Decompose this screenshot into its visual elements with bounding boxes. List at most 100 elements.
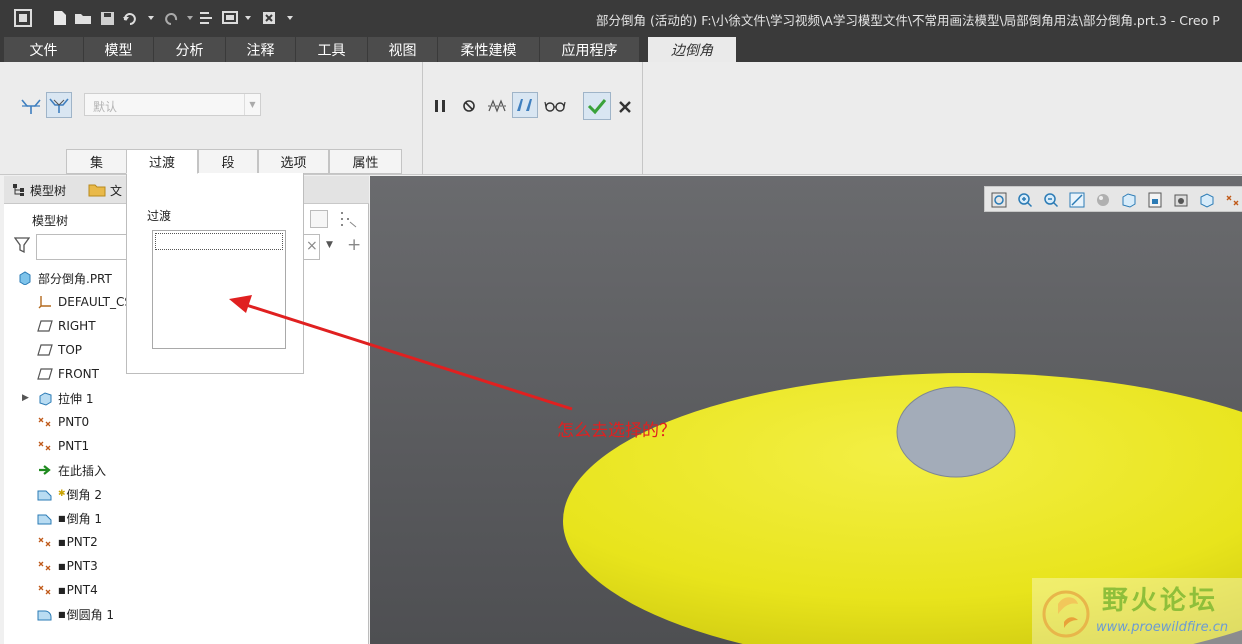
tree-row-pnt4[interactable]: ■ PNT4 — [36, 579, 98, 601]
tab-edge-chamfer[interactable]: 边倒角 — [648, 37, 737, 62]
subtab-properties[interactable]: 属性 — [329, 149, 402, 174]
ok-checkmark-icon[interactable] — [583, 92, 611, 120]
transition-type-value: 默认 — [93, 100, 118, 114]
repaint-icon[interactable] — [1067, 190, 1087, 210]
model-3d-view[interactable] — [370, 176, 1242, 644]
tree-row-pnt1[interactable]: PNT1 — [36, 435, 89, 457]
round-icon — [36, 605, 54, 623]
transition-type-select[interactable]: 默认 ▼ — [84, 93, 261, 116]
tree-item-label: PNT4 — [66, 583, 98, 597]
tree-row-pnt0[interactable]: PNT0 — [36, 411, 89, 433]
display-style-icon[interactable] — [1093, 190, 1113, 210]
app-menu-icon[interactable] — [12, 8, 34, 28]
ribbon-separator — [642, 62, 643, 175]
new-file-icon[interactable] — [52, 8, 68, 28]
subtab-sets[interactable]: 集 — [66, 149, 127, 174]
tree-row-chamfer-2[interactable]: ✱ 倒角 2 — [36, 483, 102, 505]
verify-mode-icon[interactable] — [512, 92, 538, 118]
close-window-icon[interactable] — [260, 8, 294, 28]
transition-panel: 过渡 — [126, 173, 304, 374]
status-marker-icon: ■ — [58, 561, 66, 571]
tree-row-insert-here[interactable]: 在此插入 — [36, 459, 106, 481]
insert-here-arrow-icon — [36, 461, 54, 479]
zoom-in-icon[interactable] — [1015, 190, 1035, 210]
extrude-icon — [36, 389, 54, 407]
transition-list-row[interactable] — [155, 233, 283, 250]
chamfer-icon — [36, 509, 54, 527]
tree-item-label: DEFAULT_CS — [58, 295, 132, 309]
tree-structure-icon — [12, 183, 26, 197]
watermark-title: 野火论坛 — [1102, 586, 1219, 616]
filter-icon[interactable] — [13, 236, 31, 257]
tab-model[interactable]: 模型 — [84, 37, 154, 62]
geometry-preview-icon[interactable] — [484, 93, 510, 119]
glasses-preview-icon[interactable] — [542, 93, 568, 119]
subtab-pieces[interactable]: 段 — [198, 149, 258, 174]
tab-analysis[interactable]: 分析 — [154, 37, 226, 62]
tab-model-tree[interactable]: 模型树 — [12, 176, 66, 204]
tree-item-label: 倒角 2 — [66, 487, 102, 502]
section-view-icon[interactable] — [1197, 190, 1217, 210]
clear-filter-icon[interactable]: × — [306, 238, 318, 254]
zoom-out-icon[interactable] — [1041, 190, 1061, 210]
tab-flexible-modeling[interactable]: 柔性建模 — [438, 37, 540, 62]
tab-tools[interactable]: 工具 — [296, 37, 368, 62]
transition-mode-icon[interactable] — [46, 92, 72, 118]
tree-item-label: 拉伸 1 — [58, 391, 94, 406]
expand-arrow-icon[interactable]: ▶ — [22, 393, 34, 403]
tab-view[interactable]: 视图 — [368, 37, 438, 62]
title-bar: 部分倒角 (活动的) F:\小徐文件\学习视频\A学习模型文件\不常用画法模型\… — [0, 0, 1242, 37]
chamfer-icon — [36, 485, 54, 503]
tree-row-part[interactable]: 部分倒角.PRT — [16, 267, 112, 289]
save-icon[interactable] — [99, 8, 115, 28]
perspective-view-icon[interactable] — [1171, 190, 1191, 210]
part-icon — [16, 269, 34, 287]
tree-row-extrude[interactable]: ▶ 拉伸 1 — [22, 387, 93, 409]
tree-settings-icon[interactable] — [338, 210, 358, 228]
datum-plane-icon — [36, 341, 54, 359]
tree-row-top[interactable]: TOP — [36, 339, 82, 361]
open-folder-icon[interactable] — [74, 8, 92, 28]
tree-row-pnt3[interactable]: ■ PNT3 — [36, 555, 98, 577]
graphics-viewport[interactable] — [370, 176, 1242, 644]
tab-annotate[interactable]: 注释 — [226, 37, 296, 62]
tree-row-front[interactable]: FRONT — [36, 363, 99, 385]
datum-display-filter-icon[interactable] — [1223, 190, 1242, 210]
undo-icon[interactable] — [121, 8, 155, 28]
tree-row-round-1[interactable]: ■ 倒圆角 1 — [36, 603, 114, 625]
tree-item-label: PNT1 — [58, 439, 90, 453]
tree-title: 模型树 — [32, 214, 69, 228]
windows-icon[interactable] — [220, 8, 254, 28]
tree-item-label: 部分倒角.PRT — [38, 271, 112, 286]
tab-applications[interactable]: 应用程序 — [540, 37, 640, 62]
forum-logo — [1042, 590, 1090, 638]
add-column-icon[interactable]: + — [347, 235, 361, 255]
tree-row-right[interactable]: RIGHT — [36, 315, 96, 337]
tab-folder-browser[interactable]: 文 — [88, 176, 122, 204]
transition-panel-label: 过渡 — [147, 209, 172, 223]
tab-file[interactable]: 文件 — [4, 37, 84, 62]
set-mode-icon[interactable] — [18, 93, 44, 119]
redo-icon[interactable] — [160, 8, 194, 28]
saved-orientations-icon[interactable] — [1119, 190, 1139, 210]
no-preview-icon[interactable] — [456, 93, 482, 119]
tree-row-pnt2[interactable]: ■ PNT2 — [36, 531, 98, 553]
cancel-x-icon[interactable] — [612, 94, 638, 120]
tree-row-chamfer-1[interactable]: ■ 倒角 1 — [36, 507, 102, 529]
datum-point-icon — [36, 437, 54, 455]
chevron-down-icon[interactable]: ▼ — [244, 94, 260, 115]
coordinate-system-icon — [36, 293, 54, 311]
filter-dropdown-icon[interactable]: ▼ — [326, 240, 333, 250]
ribbon-tab-bar: 文件 模型 分析 注释 工具 视图 柔性建模 应用程序 边倒角 — [0, 37, 1242, 62]
view-manager-icon[interactable] — [1145, 190, 1165, 210]
pause-icon[interactable] — [427, 93, 453, 119]
subtab-options[interactable]: 选项 — [258, 149, 329, 174]
regenerate-icon[interactable] — [197, 8, 215, 28]
tree-columns-button[interactable] — [310, 210, 328, 228]
tree-row-csys[interactable]: DEFAULT_CS — [36, 291, 132, 313]
window-title: 部分倒角 (活动的) F:\小徐文件\学习视频\A学习模型文件\不常用画法模型\… — [596, 13, 1220, 28]
datum-point-icon — [36, 557, 54, 575]
transition-list[interactable] — [152, 230, 286, 349]
refit-icon[interactable] — [989, 190, 1009, 210]
subtab-transition[interactable]: 过渡 — [126, 149, 198, 174]
